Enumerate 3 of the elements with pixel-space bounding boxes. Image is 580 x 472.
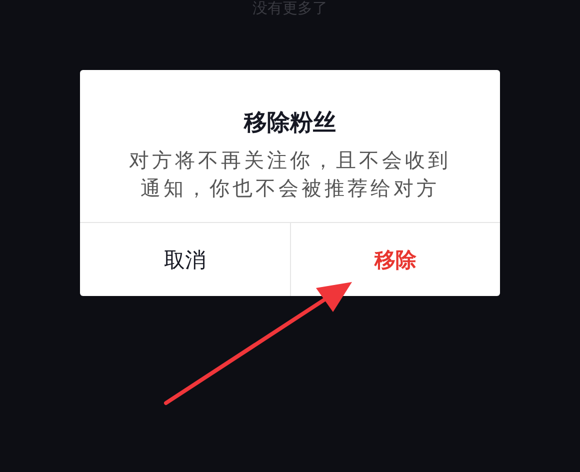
dialog-title: 移除粉丝 bbox=[244, 109, 336, 138]
dialog-message: 对方将不再关注你，且不会收到通知，你也不会被推荐给对方 bbox=[128, 147, 452, 202]
cancel-button[interactable]: 取消 bbox=[80, 223, 290, 296]
